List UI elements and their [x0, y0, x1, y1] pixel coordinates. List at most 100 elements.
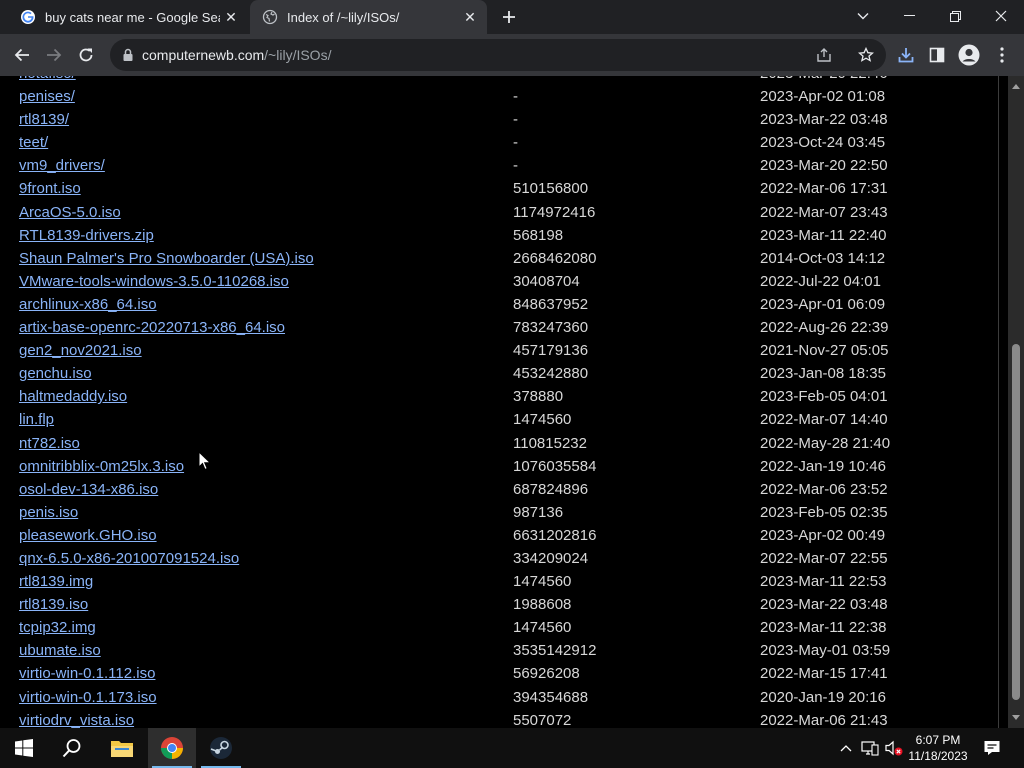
- chrome-taskbar-button[interactable]: [148, 728, 196, 768]
- file-date: 2022-Mar-07 23:43: [760, 203, 888, 221]
- file-link[interactable]: lin.flp: [19, 411, 54, 428]
- file-date: 2022-Aug-26 22:39: [760, 319, 889, 337]
- file-date: 2020-Jan-19 20:16: [760, 688, 886, 706]
- volume-muted-icon: [885, 740, 903, 756]
- share-button[interactable]: [810, 41, 838, 69]
- kebab-menu-icon: [1000, 47, 1004, 63]
- close-icon[interactable]: ✕: [220, 6, 242, 28]
- address-bar[interactable]: computernewb.com/~lily/ISOs/: [110, 39, 886, 71]
- file-link[interactable]: haltmedaddy.iso: [19, 388, 127, 405]
- file-size: -: [513, 88, 518, 106]
- scrollbar-thumb[interactable]: [1012, 344, 1020, 700]
- file-link[interactable]: notafiso/: [19, 76, 76, 82]
- file-link[interactable]: 9front.iso: [19, 180, 81, 197]
- scroll-up-arrow[interactable]: [1008, 78, 1024, 94]
- menu-button[interactable]: [988, 41, 1016, 69]
- file-link[interactable]: gen2_nov2021.iso: [19, 342, 142, 359]
- network-tray-button[interactable]: [860, 738, 880, 758]
- file-link[interactable]: pleasework.GHO.iso: [19, 527, 157, 544]
- file-size: 687824896: [513, 480, 589, 498]
- clock-time: 6:07 PM: [915, 733, 961, 747]
- back-button[interactable]: [8, 41, 36, 69]
- file-date: 2022-Mar-07 22:55: [760, 549, 888, 567]
- file-date: 2022-Mar-06 17:31: [760, 180, 888, 198]
- minimize-button[interactable]: [886, 0, 932, 32]
- taskbar-clock[interactable]: 6:07 PM 11/18/2023: [902, 732, 974, 764]
- close-window-button[interactable]: [978, 0, 1024, 32]
- vertical-scrollbar[interactable]: [1008, 76, 1024, 728]
- file-size: 2668462080: [513, 249, 597, 267]
- listing-row: vm9_drivers/ - 2023-Mar-20 22:50: [0, 155, 1008, 178]
- close-icon[interactable]: ✕: [459, 6, 481, 28]
- file-link[interactable]: rtl8139/: [19, 111, 69, 128]
- start-button[interactable]: [0, 728, 48, 768]
- file-link[interactable]: RTL8139-drivers.zip: [19, 227, 154, 244]
- profile-button[interactable]: [955, 41, 983, 69]
- tab-index-isos[interactable]: Index of /~lily/ISOs/ ✕: [250, 0, 487, 34]
- file-link[interactable]: teet/: [19, 134, 48, 151]
- reload-button[interactable]: [72, 41, 100, 69]
- listing-row: ubumate.iso 3535142912 2023-May-01 03:59: [0, 640, 1008, 663]
- url-text[interactable]: computernewb.com/~lily/ISOs/: [142, 47, 331, 63]
- browser-window: buy cats near me - Google Search ✕ Index…: [0, 0, 1024, 768]
- file-link[interactable]: virtio-win-0.1.173.iso: [19, 689, 157, 706]
- restore-button[interactable]: [932, 0, 978, 32]
- show-hidden-icons-button[interactable]: [836, 738, 856, 758]
- file-date: 2021-Nov-27 05:05: [760, 342, 889, 360]
- tab-google-search[interactable]: buy cats near me - Google Search ✕: [8, 0, 248, 34]
- windows-icon: [15, 739, 33, 757]
- search-button[interactable]: [48, 728, 96, 768]
- scroll-down-arrow[interactable]: [1008, 710, 1024, 726]
- file-date: 2022-May-28 21:40: [760, 434, 891, 452]
- file-link[interactable]: ArcaOS-5.0.iso: [19, 204, 121, 221]
- file-link[interactable]: osol-dev-134-x86.iso: [19, 481, 158, 498]
- url-host: computernewb.com: [142, 47, 265, 63]
- file-date: 2014-Oct-03 14:12: [760, 249, 886, 267]
- forward-button[interactable]: [40, 41, 68, 69]
- new-tab-button[interactable]: [497, 5, 521, 29]
- file-link[interactable]: rtl8139.img: [19, 573, 93, 590]
- file-size: 30408704: [513, 272, 580, 290]
- file-date: 2023-Apr-01 06:09: [760, 295, 886, 313]
- file-link[interactable]: VMware-tools-windows-3.5.0-110268.iso: [19, 273, 289, 290]
- file-link[interactable]: Shaun Palmer's Pro Snowboarder (USA).iso: [19, 250, 314, 267]
- file-date: 2023-Feb-05 04:01: [760, 388, 888, 406]
- file-date: 2022-Mar-06 21:43: [760, 711, 888, 728]
- file-link[interactable]: ubumate.iso: [19, 642, 101, 659]
- download-icon: [898, 48, 914, 63]
- side-panel-icon: [929, 47, 945, 63]
- file-link[interactable]: omnitribblix-0m25lx.3.iso: [19, 458, 184, 475]
- file-link[interactable]: tcpip32.img: [19, 619, 96, 636]
- file-date: 2023-Mar-11 22:53: [760, 573, 887, 591]
- downloads-button[interactable]: [892, 41, 920, 69]
- listing-row: virtiodrv_vista.iso 5507072 2022-Mar-06 21…: [0, 710, 1008, 728]
- file-link[interactable]: virtio-win-0.1.112.iso: [19, 665, 155, 682]
- file-link[interactable]: artix-base-openrc-20220713-x86_64.iso: [19, 319, 285, 336]
- file-date: 2022-Mar-06 23:52: [760, 480, 888, 498]
- notification-center-button[interactable]: [982, 738, 1002, 758]
- file-link[interactable]: rtl8139.iso: [19, 596, 88, 613]
- file-link[interactable]: virtiodrv_vista.iso: [19, 712, 134, 728]
- file-size: -: [513, 134, 518, 152]
- listing-row: notafiso/ - 2023-Mar-20 22:46: [0, 76, 1008, 86]
- file-link[interactable]: genchu.iso: [19, 365, 92, 382]
- page-content: notafiso/ - 2023-Mar-20 22:46 penises/ - 2023…: [0, 76, 1008, 728]
- listing-row: Shaun Palmer's Pro Snowboarder (USA).iso…: [0, 248, 1008, 271]
- lock-icon[interactable]: [120, 47, 136, 63]
- side-panel-button[interactable]: [923, 41, 951, 69]
- file-explorer-button[interactable]: [98, 728, 146, 768]
- file-link[interactable]: penises/: [19, 88, 75, 105]
- bookmark-button[interactable]: [852, 41, 880, 69]
- file-link[interactable]: qnx-6.5.0-x86-201007091524.iso: [19, 550, 239, 567]
- tab-search-button[interactable]: [840, 0, 886, 32]
- file-link[interactable]: penis.iso: [19, 504, 78, 521]
- file-link[interactable]: nt782.iso: [19, 435, 80, 452]
- globe-icon: [262, 9, 278, 25]
- listing-row: haltmedaddy.iso 378880 2023-Feb-05 04:01: [0, 386, 1008, 409]
- volume-tray-button[interactable]: [884, 738, 904, 758]
- file-link[interactable]: archlinux-x86_64.iso: [19, 296, 157, 313]
- listing-row: archlinux-x86_64.iso 848637952 2023-Apr-01…: [0, 294, 1008, 317]
- listing-row: osol-dev-134-x86.iso 687824896 2022-Mar-06…: [0, 479, 1008, 502]
- file-link[interactable]: vm9_drivers/: [19, 157, 105, 174]
- steam-taskbar-button[interactable]: [197, 728, 245, 768]
